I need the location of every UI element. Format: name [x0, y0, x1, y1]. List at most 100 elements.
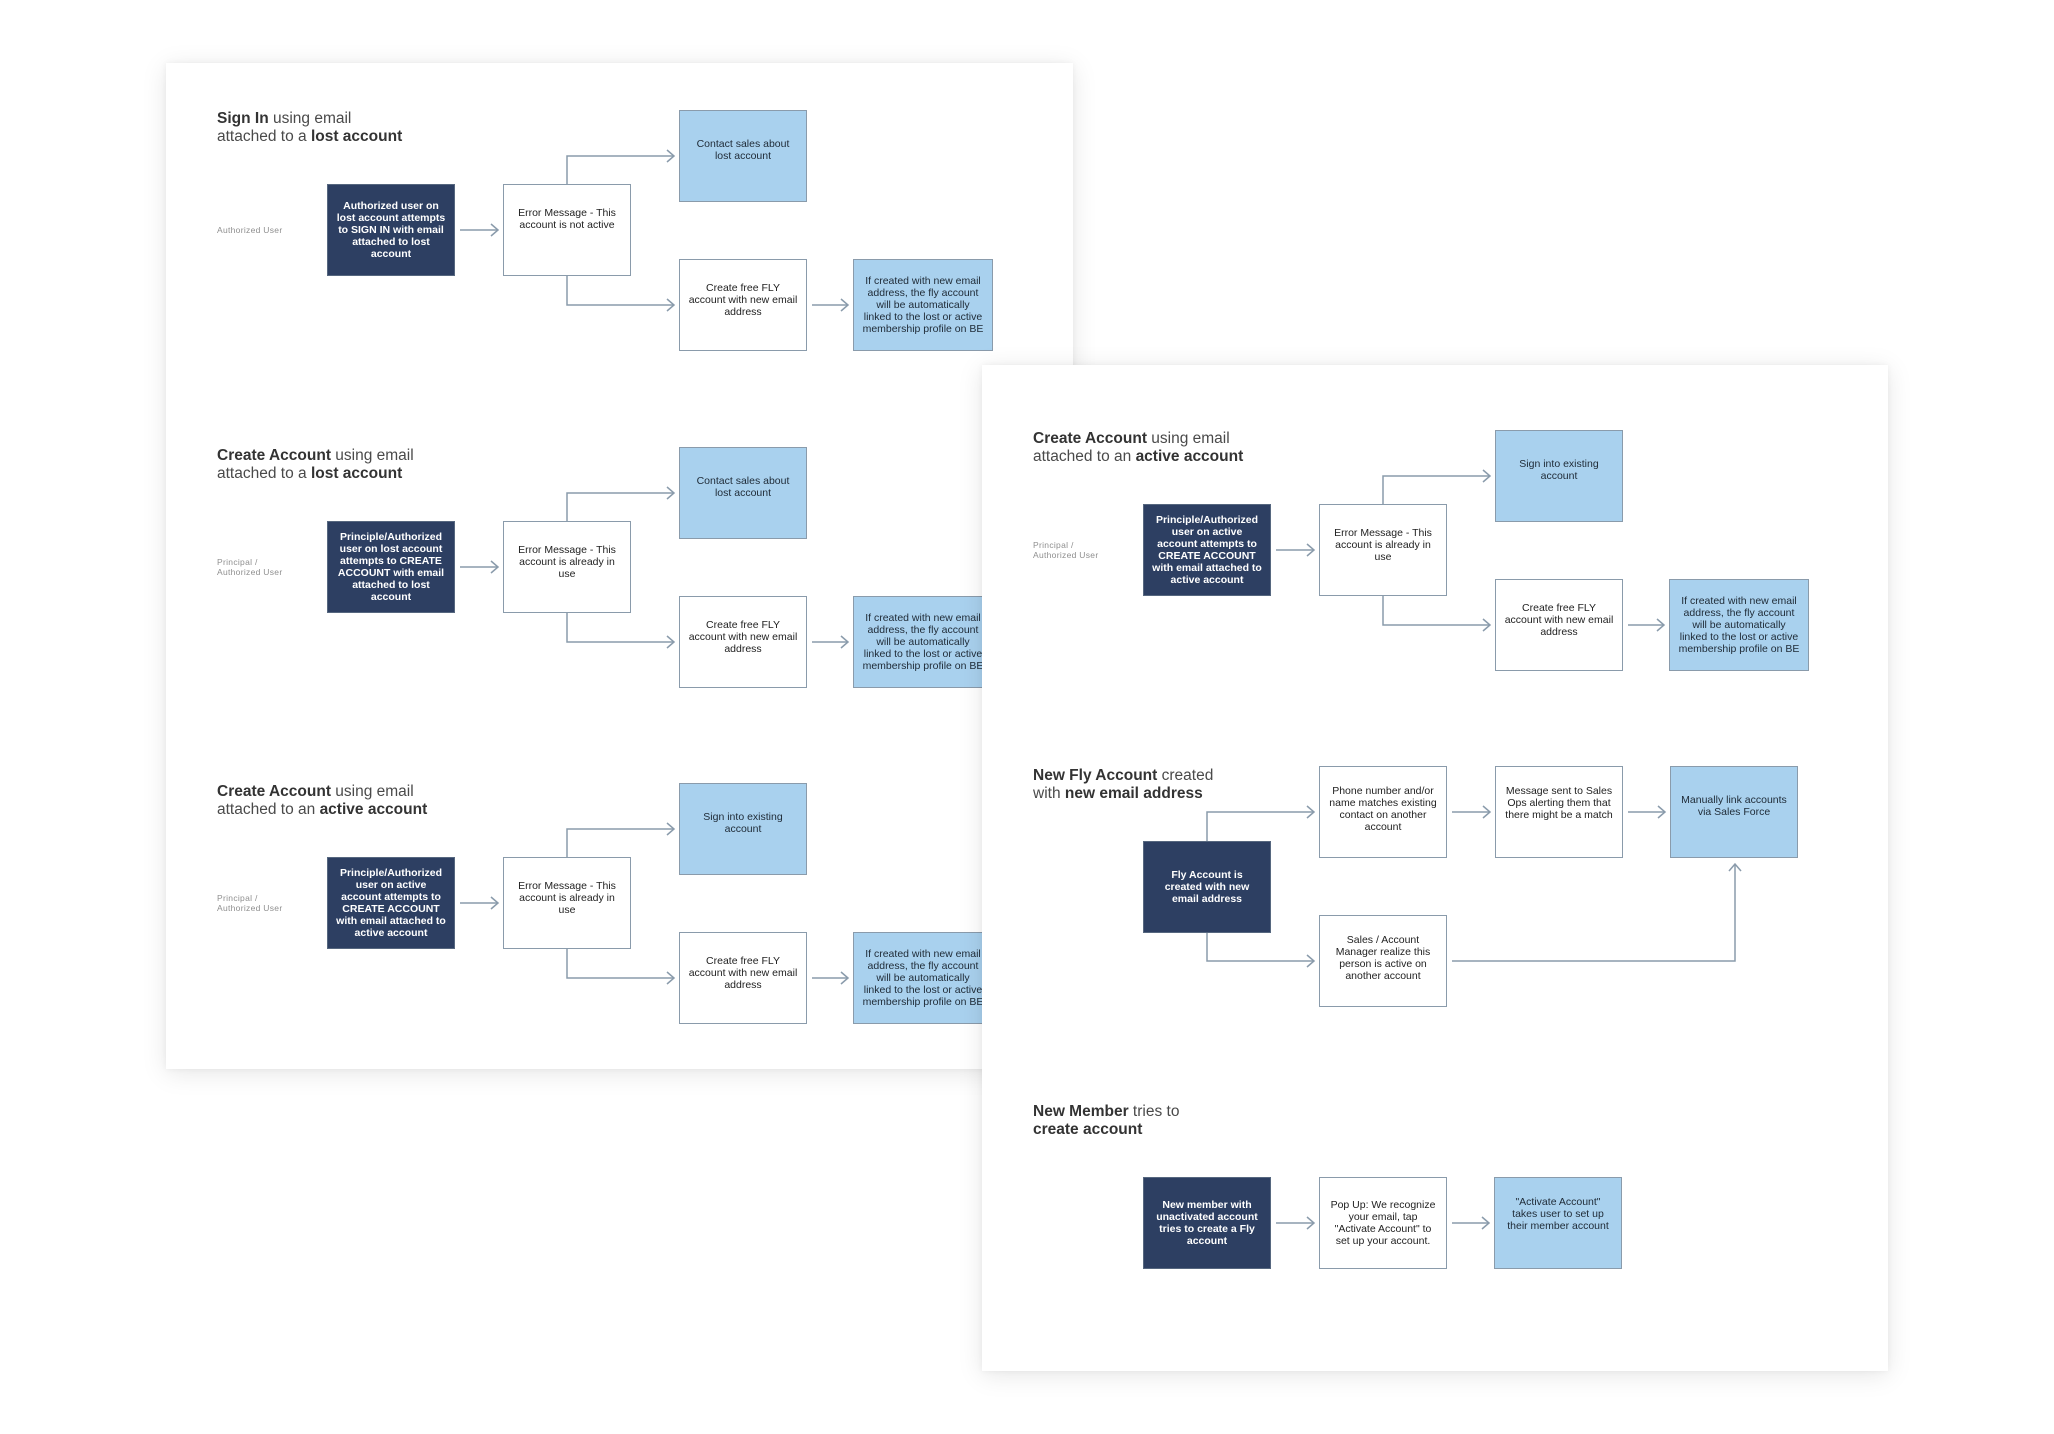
connector-line — [1206, 933, 1314, 962]
connector-bottom-to-result — [812, 298, 850, 312]
flow-node-text: New member with unactivated account trie… — [1156, 1199, 1258, 1247]
connector-start-to-error — [460, 560, 500, 574]
flow-node-start: Principle/Authorized user on active acco… — [1143, 504, 1271, 596]
section-title-line: attached to a lost account — [217, 128, 477, 146]
arrowhead-icon — [1728, 862, 1742, 872]
flow-node-result: If created with new email address, the f… — [853, 596, 993, 688]
section-title-line: Create Account using email — [1033, 430, 1293, 448]
flow-node-text: If created with new email address, the f… — [1678, 595, 1800, 655]
flow-page-right: Create Account using email attached to an… — [982, 365, 1888, 1371]
arrowhead-icon — [840, 635, 850, 649]
section-title: New Fly Account created with new email ad… — [1033, 767, 1293, 803]
title-emphasis: New Fly Account — [1033, 767, 1158, 784]
connector-bottom-to-result — [812, 635, 850, 649]
flow-node-text: Create free FLY account with new email a… — [688, 955, 798, 991]
flow-node-bottom: Create free FLY account with new email a… — [1495, 579, 1623, 671]
title-emphasis: New Member — [1033, 1103, 1129, 1120]
arrowhead-icon — [666, 298, 676, 312]
flow-node-text: Manually link accounts via Sales Force — [1681, 794, 1787, 818]
flow-node-bottom: Create free FLY account with new email a… — [679, 932, 807, 1024]
flow-node-error: Error Message - This account is already … — [503, 857, 631, 949]
flow-node-text: Create free FLY account with new email a… — [1504, 602, 1614, 638]
flow-node-popup: Pop Up: We recognize your email, tap "Ac… — [1319, 1177, 1447, 1269]
flow-node-text: "Activate Account" takes user to set up … — [1507, 1196, 1609, 1232]
title-emphasis: lost account — [310, 465, 403, 482]
connector-error-to-bottom — [1382, 596, 1492, 632]
flow-node-text: Pop Up: We recognize your email, tap "Ac… — [1330, 1199, 1436, 1247]
connector-line — [566, 828, 674, 857]
arrowhead-icon — [666, 635, 676, 649]
arrowhead-icon — [1482, 469, 1492, 483]
title-emphasis: Create Account — [1033, 430, 1147, 447]
title-emphasis: Create Account — [217, 447, 331, 464]
connector-error-to-bottom — [566, 276, 676, 312]
flow-node-start: New member with unactivated account trie… — [1143, 1177, 1271, 1269]
arrowhead-icon — [1656, 618, 1666, 632]
actor-label: Principal / Authorized User — [1033, 540, 1099, 560]
flow-node-text: Contact sales about lost account — [696, 138, 790, 162]
arrowhead-icon — [666, 149, 676, 163]
section-title-line: attached to an active account — [1033, 448, 1293, 466]
title-text: attached to an — [1033, 448, 1136, 465]
title-text: created — [1157, 767, 1214, 784]
title-text: using email — [1146, 430, 1230, 447]
arrowhead-icon — [1482, 805, 1492, 819]
flow-node-start: Fly Account is created with new email ad… — [1143, 841, 1271, 933]
arrowhead-icon — [490, 896, 500, 910]
title-emphasis: active account — [1135, 448, 1244, 465]
title-emphasis: lost account — [310, 128, 403, 145]
section-title: Create Account using email attached to a … — [217, 447, 477, 483]
arrowhead-icon — [840, 298, 850, 312]
flow-node-result: If created with new email address, the f… — [853, 932, 993, 1024]
connector-error-to-top — [566, 486, 676, 521]
arrowhead-icon — [490, 223, 500, 237]
connector-line — [1382, 596, 1490, 626]
flow-node-text: Principle/Authorized user on active acco… — [336, 867, 446, 939]
section-title-line: New Member tries to — [1033, 1103, 1293, 1121]
actor-label: Principal / Authorized User — [217, 557, 283, 577]
arrowhead-icon — [666, 971, 676, 985]
flow-page-left: Sign In using email attached to a lost ac… — [166, 63, 1073, 1069]
connector-error-to-top — [566, 822, 676, 857]
arrowhead-icon — [490, 560, 500, 574]
arrowhead-icon — [1482, 618, 1492, 632]
title-text: using email — [268, 110, 352, 127]
section-title: New Member tries to create account — [1033, 1103, 1293, 1139]
flow-node-error: Error Message - This account is already … — [1319, 504, 1447, 596]
connector-line — [566, 613, 674, 643]
flow-node-activate: "Activate Account" takes user to set up … — [1494, 1177, 1622, 1269]
title-text: using email — [330, 783, 414, 800]
arrowhead-icon — [1306, 1216, 1316, 1230]
title-emphasis: Sign In — [217, 110, 269, 127]
flow-node-text: Phone number and/or name matches existin… — [1329, 785, 1437, 833]
title-text: tries to — [1128, 1103, 1180, 1120]
flow-node-text: Error Message - This account is not acti… — [518, 207, 616, 231]
arrowhead-icon — [1306, 805, 1316, 819]
title-text: attached to a — [217, 128, 311, 145]
connector-match-to-message — [1452, 805, 1492, 819]
connector-start-to-error — [460, 223, 500, 237]
connector-error-to-top — [1382, 469, 1492, 504]
connector-manager-to-link — [1452, 862, 1742, 962]
flow-node-text: Error Message - This account is already … — [518, 880, 616, 916]
flow-node-text: Fly Account is created with new email ad… — [1164, 869, 1250, 905]
connector-line — [566, 155, 674, 184]
section-title-line: attached to a lost account — [217, 465, 477, 483]
title-text: attached to an — [217, 801, 320, 818]
section-title-line: Sign In using email — [217, 110, 477, 128]
flow-node-top: Sign into existing account — [1495, 430, 1623, 522]
connector-line — [566, 949, 674, 979]
flow-node-text: Message sent to Sales Ops alerting them … — [1505, 785, 1613, 821]
flow-node-bottom: Create free FLY account with new email a… — [679, 596, 807, 688]
connector-line — [566, 276, 674, 306]
title-emphasis: new email address — [1064, 785, 1203, 802]
flow-node-top: Contact sales about lost account — [679, 447, 807, 539]
arrowhead-icon — [1481, 1216, 1491, 1230]
arrowhead-icon — [666, 822, 676, 836]
flow-node-error: Error Message - This account is not acti… — [503, 184, 631, 276]
connector-line — [1382, 475, 1490, 504]
flow-node-text: Create free FLY account with new email a… — [688, 282, 798, 318]
flow-node-link: Manually link accounts via Sales Force — [1670, 766, 1798, 858]
arrowhead-icon — [1657, 805, 1667, 819]
flow-node-text: Error Message - This account is already … — [1334, 527, 1432, 563]
